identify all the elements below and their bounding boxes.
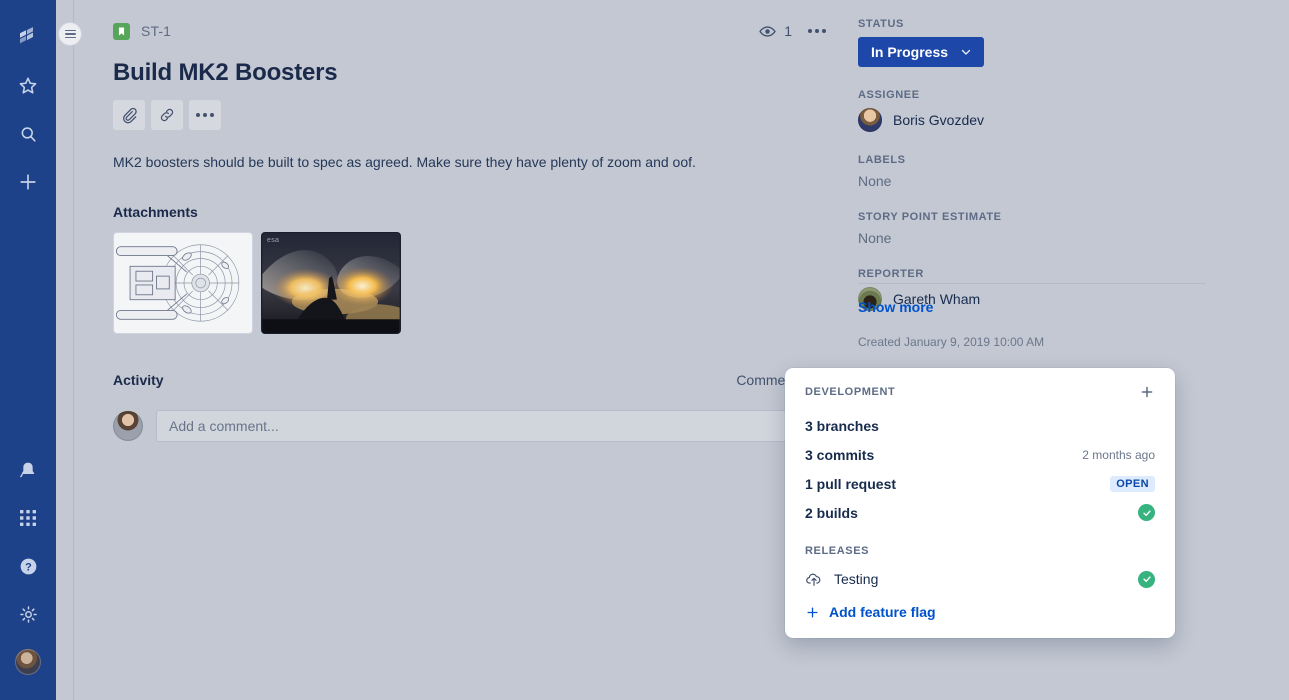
dev-row-label: 3 commits [805, 446, 875, 463]
activity-header: Activity Comments [113, 368, 832, 392]
starred-icon[interactable] [8, 66, 48, 106]
attachments-list: esa [113, 232, 832, 335]
assignee-value-row[interactable]: Boris Gvozdev [858, 108, 1230, 132]
watch-count: 1 [784, 23, 792, 39]
breadcrumb: ST-1 1 [113, 18, 832, 44]
blueprint-image [114, 233, 252, 334]
issue-description: MK2 boosters should be built to spec as … [113, 153, 696, 170]
help-icon[interactable]: ? [8, 546, 48, 586]
status-value: In Progress [871, 44, 949, 60]
reporter-label: REPORTER [858, 268, 924, 280]
attachment-thumb-launch[interactable]: esa [261, 232, 401, 335]
field-assignee: ASSIGNEE Boris Gvozdev [858, 89, 1230, 132]
create-icon[interactable] [8, 162, 48, 202]
more-actions-button[interactable] [189, 99, 221, 130]
development-add-button[interactable] [1139, 384, 1155, 400]
story-point-estimate-value[interactable]: None [858, 230, 1230, 246]
field-story-point-estimate: STORY POINT ESTIMATE None [858, 211, 1230, 246]
jira-logo-icon[interactable] [8, 18, 48, 58]
dev-row-right: OPEN [1110, 475, 1155, 492]
search-icon[interactable] [8, 114, 48, 154]
labels-value[interactable]: None [858, 173, 1230, 189]
labels-label: LABELS [858, 154, 906, 166]
dev-row-label: 1 pull request [805, 475, 897, 492]
page-title: Build MK2 Boosters [113, 59, 338, 86]
app-switcher-icon[interactable] [8, 498, 48, 538]
details-divider [858, 283, 1206, 284]
assignee-label: ASSIGNEE [858, 89, 920, 101]
releases-heading: RELEASES [805, 545, 870, 557]
rail-bottom-group: ? [8, 446, 48, 686]
dev-row-right: 2 months ago [1082, 448, 1155, 462]
eye-icon [759, 25, 776, 37]
dev-row-pull-request[interactable]: 1 pull request OPEN [805, 469, 1155, 498]
attach-button[interactable] [113, 99, 145, 130]
cloud-upload-icon [806, 573, 821, 586]
hamburger-icon [64, 28, 76, 41]
created-timestamp: Created January 9, 2019 10:00 AM [858, 335, 1045, 349]
watch-button[interactable]: 1 [752, 18, 798, 45]
plus-icon [1141, 386, 1153, 398]
commits-timestamp: 2 months ago [1082, 447, 1155, 462]
issue-key-link[interactable]: ST-1 [141, 23, 171, 39]
add-comment-row: Add a comment... [113, 410, 832, 443]
release-row-testing[interactable]: Testing [805, 566, 1155, 592]
add-feature-flag-button[interactable]: Add feature flag [805, 604, 1155, 620]
jira-issue-page: ? ST-1 1 Build MK2 Boosters MK2 boosters… [0, 0, 1289, 700]
activity-heading: Activity [113, 372, 164, 389]
issue-more-actions-button[interactable] [802, 17, 832, 45]
rail-top-group [8, 14, 48, 206]
development-heading: DEVELOPMENT [805, 386, 896, 398]
avatar [15, 649, 41, 675]
comment-input[interactable]: Add a comment... [156, 410, 832, 443]
attachments-heading: Attachments [113, 204, 198, 221]
status-label: STATUS [858, 18, 904, 30]
settings-icon[interactable] [8, 594, 48, 634]
link-issue-button[interactable] [151, 99, 183, 130]
build-success-icon [1138, 504, 1155, 521]
dev-row-label: 3 branches [805, 417, 879, 434]
story-type-icon [113, 22, 130, 40]
dev-row-label: 2 builds [805, 504, 858, 521]
global-nav-rail: ? [0, 0, 56, 700]
paperclip-icon [123, 107, 137, 124]
status-badge[interactable]: In Progress [858, 37, 985, 67]
release-success-icon [1138, 570, 1155, 588]
profile-avatar[interactable] [8, 642, 48, 682]
plus-icon [807, 606, 818, 618]
collapsed-sidebar-strip [56, 0, 74, 700]
field-labels: LABELS None [858, 154, 1230, 189]
pull-request-status-badge: OPEN [1110, 475, 1155, 492]
release-status [1138, 570, 1155, 588]
development-heading-row: DEVELOPMENT [805, 384, 1155, 400]
attachment-thumb-blueprint[interactable] [113, 232, 253, 335]
field-status: STATUS In Progress [858, 18, 1230, 67]
attachment-watermark: esa [267, 237, 280, 245]
dev-row-commits[interactable]: 3 commits 2 months ago [805, 440, 1155, 469]
assignee-avatar [858, 108, 882, 132]
current-user-avatar [113, 411, 143, 442]
dev-row-right [1138, 504, 1155, 521]
link-icon [160, 108, 174, 121]
dev-row-builds[interactable]: 2 builds [805, 498, 1155, 527]
chevron-down-icon [961, 49, 971, 55]
notifications-icon[interactable] [8, 450, 48, 490]
add-feature-flag-label: Add feature flag [829, 604, 936, 620]
launch-photo-image [262, 233, 400, 334]
development-panel: DEVELOPMENT 3 branches 3 commits 2 month… [785, 368, 1175, 638]
assignee-name: Boris Gvozdev [893, 112, 985, 128]
issue-main-column: ST-1 1 Build MK2 Boosters MK2 boosters s… [113, 18, 858, 700]
release-name: Testing [834, 571, 879, 587]
show-more-button[interactable]: Show more [858, 299, 933, 315]
sidebar-toggle-button[interactable] [58, 22, 82, 46]
dev-row-branches[interactable]: 3 branches [805, 411, 1155, 440]
issue-header-actions: 1 [752, 17, 832, 45]
svg-text:?: ? [25, 561, 32, 573]
issue-action-buttons [113, 99, 832, 130]
story-point-estimate-label: STORY POINT ESTIMATE [858, 211, 1002, 223]
